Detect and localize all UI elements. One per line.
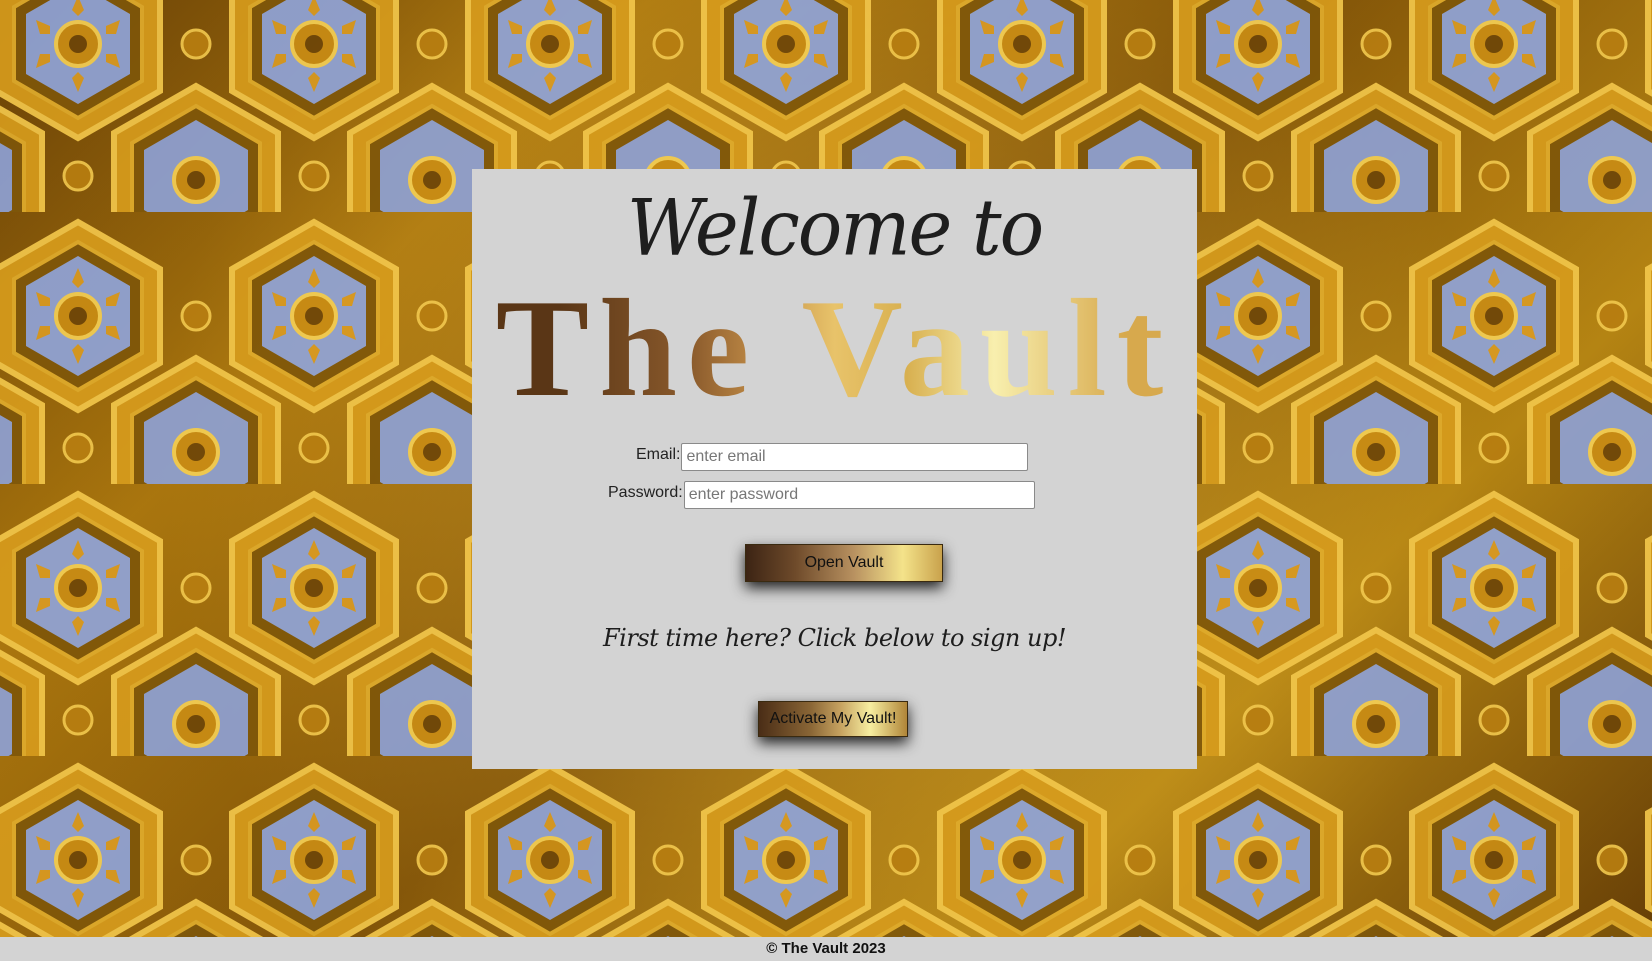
password-label: Password: <box>608 484 683 501</box>
email-field[interactable] <box>681 443 1029 471</box>
footer: © The Vault 2023 <box>0 937 1652 961</box>
page-title: The Vault <box>472 279 1197 419</box>
footer-copyright: © The Vault 2023 <box>766 940 886 957</box>
activate-vault-button[interactable]: Activate My Vault! <box>758 701 908 737</box>
login-panel: Welcome to The Vault Email: Password: Op… <box>472 169 1197 769</box>
welcome-heading: Welcome to <box>626 182 1044 274</box>
open-vault-button[interactable]: Open Vault <box>745 544 943 582</box>
signup-prompt: First time here? Click below to sign up! <box>603 624 1066 652</box>
password-field[interactable] <box>683 481 1035 509</box>
password-row: Password: <box>608 481 1035 509</box>
email-row: Email: <box>636 443 1029 471</box>
email-label: Email: <box>636 446 681 463</box>
